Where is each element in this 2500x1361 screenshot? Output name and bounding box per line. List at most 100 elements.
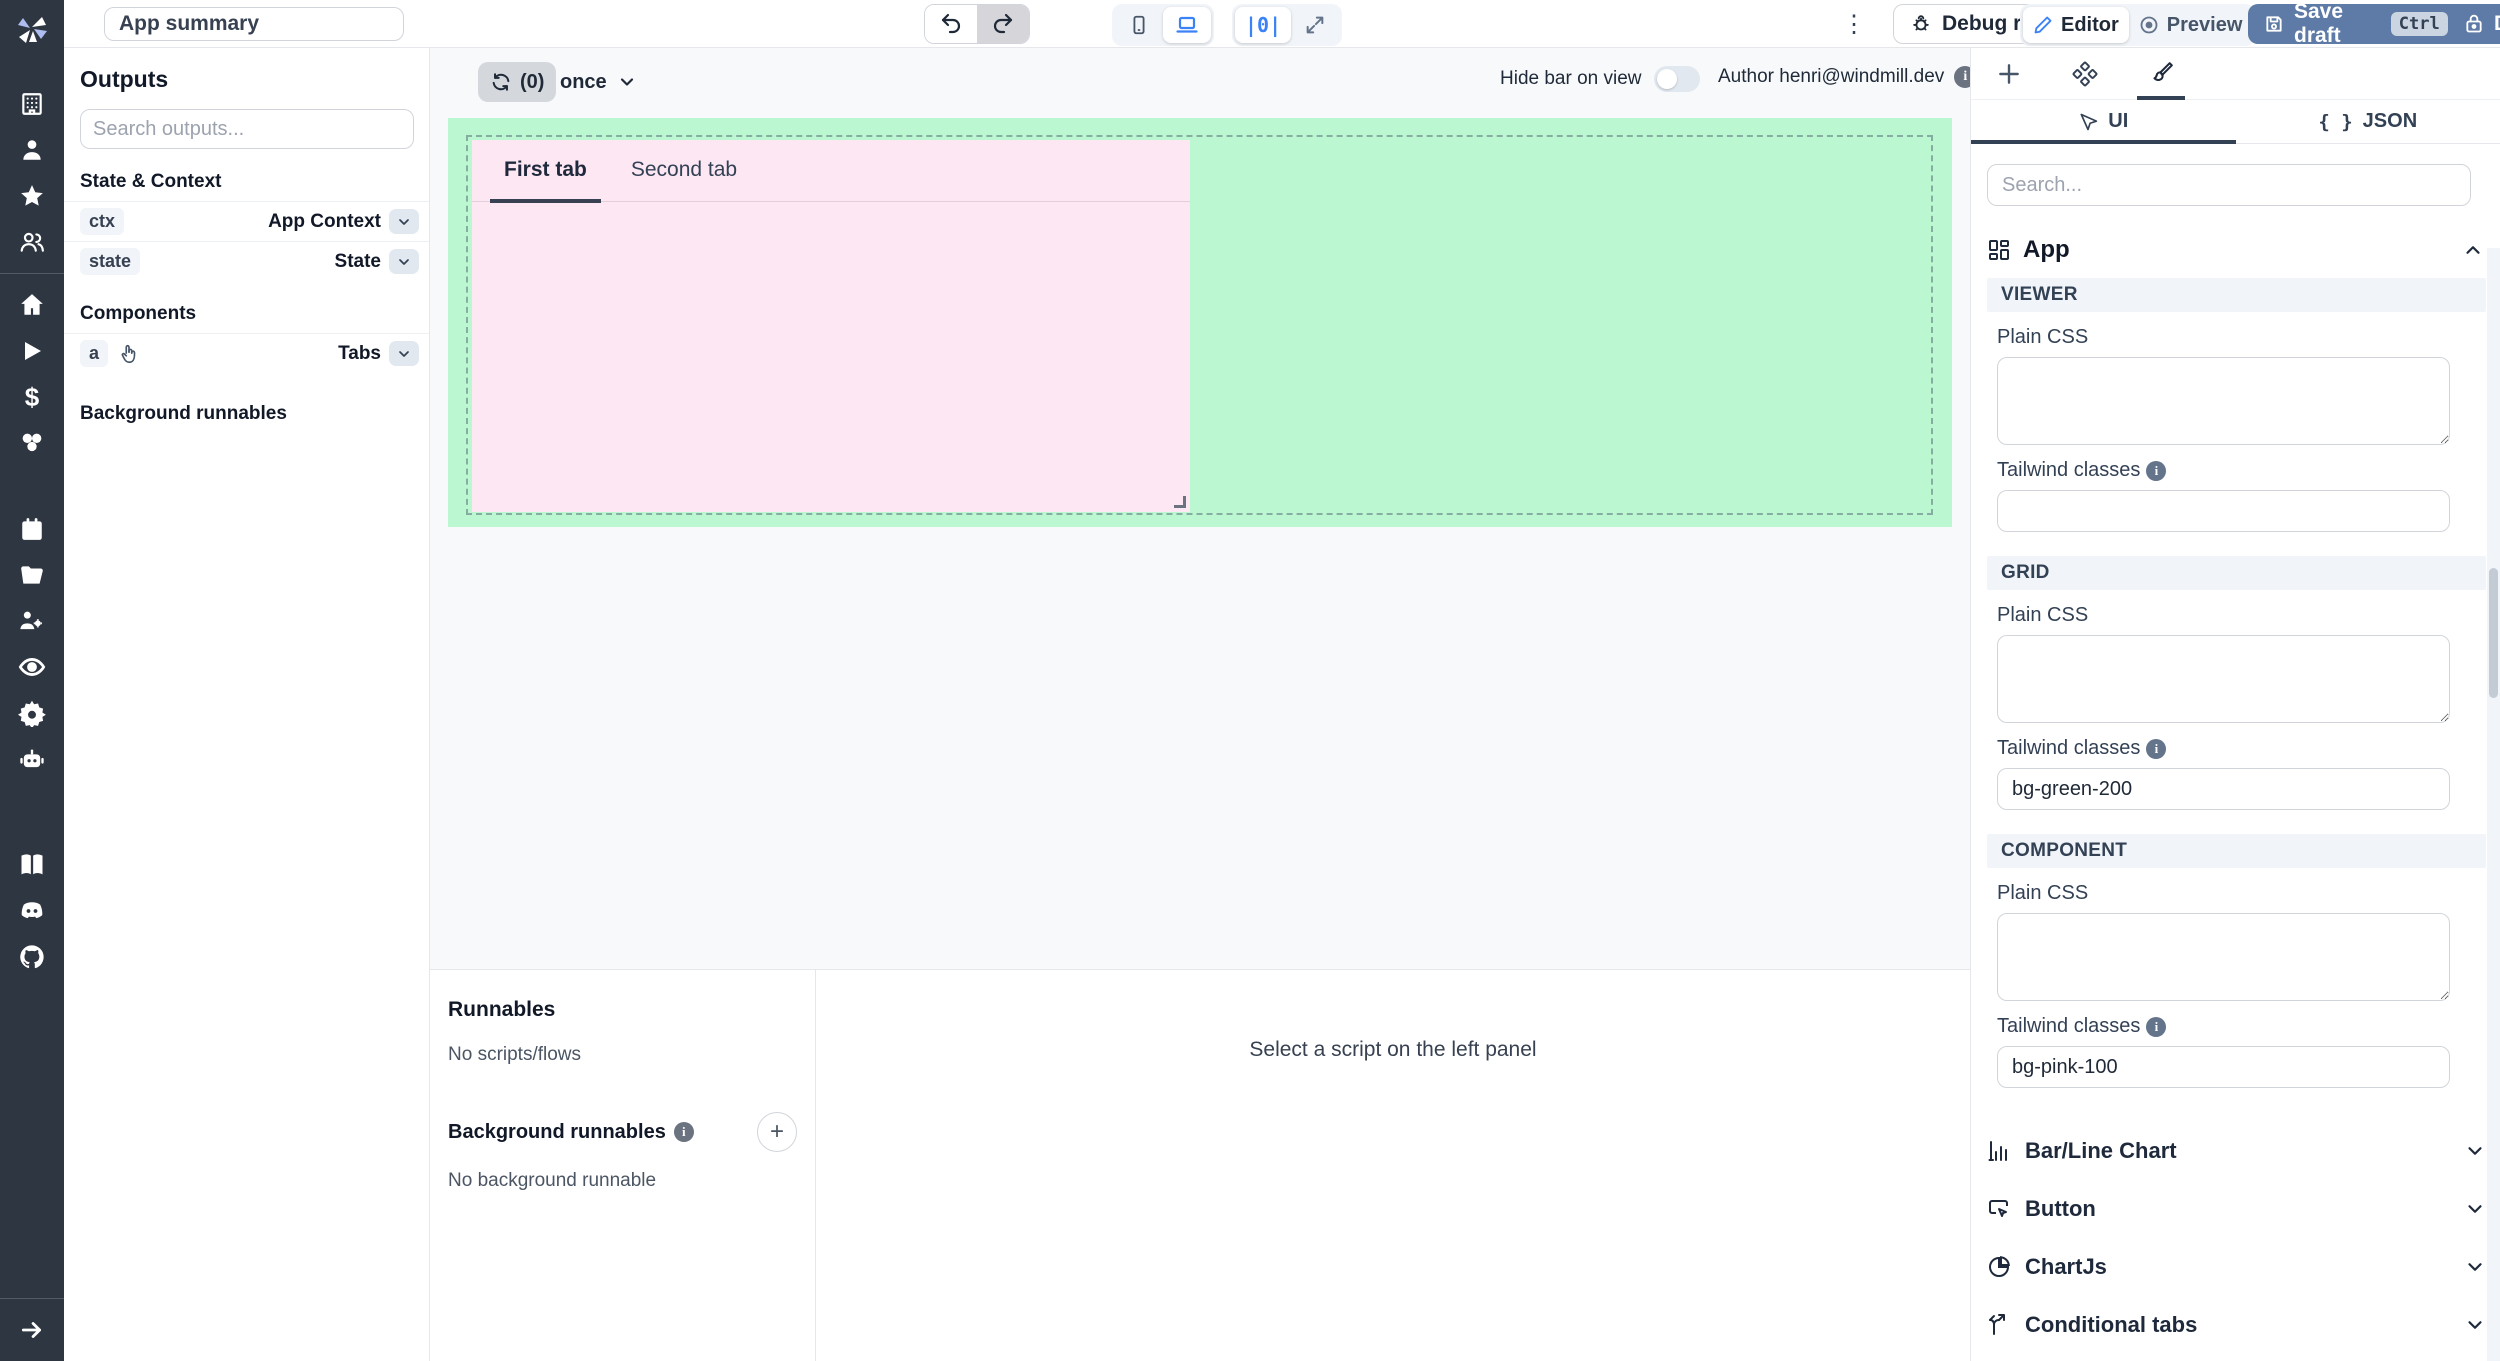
component-tailwind-label: Tailwind classesi bbox=[1997, 1015, 2500, 1038]
undo-button[interactable] bbox=[925, 4, 977, 44]
component-resize-handle[interactable] bbox=[1174, 496, 1186, 508]
info-icon[interactable]: i bbox=[2146, 461, 2166, 481]
refresh-icon bbox=[490, 71, 512, 93]
folders-icon[interactable] bbox=[0, 552, 64, 598]
paintbrush-icon bbox=[2148, 61, 2174, 87]
variables-icon[interactable]: $ bbox=[0, 374, 64, 420]
preview-label: Preview bbox=[2167, 14, 2243, 37]
component-a-expand-chevron[interactable] bbox=[389, 341, 419, 366]
ctx-expand-chevron[interactable] bbox=[389, 209, 419, 234]
author-label: Author henri@windmill.dev bbox=[1718, 66, 1944, 88]
dollar-icon: $ bbox=[25, 384, 39, 410]
run-mode-dropdown[interactable]: once bbox=[560, 62, 637, 102]
app-summary-input[interactable] bbox=[104, 7, 404, 41]
style-row-conditional-tabs[interactable]: Conditional tabs bbox=[1987, 1302, 2486, 1348]
styles-search-input[interactable] bbox=[1987, 164, 2471, 206]
panel-scrollbar[interactable] bbox=[2487, 248, 2500, 1361]
preview-eye-icon bbox=[2139, 15, 2159, 35]
star-icon[interactable] bbox=[0, 173, 64, 219]
grid-plain-css-label: Plain CSS bbox=[1997, 604, 2500, 627]
app-grid-icon bbox=[1987, 238, 2011, 262]
info-icon[interactable]: i bbox=[2146, 1017, 2166, 1037]
runs-icon[interactable] bbox=[0, 328, 64, 374]
windmill-logo-icon[interactable] bbox=[15, 12, 49, 51]
ctx-type-label: App Context bbox=[268, 211, 381, 233]
docs-book-icon[interactable] bbox=[0, 842, 64, 888]
runnables-list-column: Runnables No scripts/flows Background ru… bbox=[430, 970, 816, 1361]
collapse-arrow-icon[interactable] bbox=[0, 1307, 64, 1353]
grid-tailwind-label: Tailwind classesi bbox=[1997, 737, 2500, 760]
style-row-chartjs[interactable]: ChartJs bbox=[1987, 1244, 2486, 1290]
home-icon[interactable] bbox=[0, 282, 64, 328]
app-section-header[interactable]: App bbox=[1987, 236, 2484, 264]
settings-gear-icon[interactable] bbox=[0, 690, 64, 736]
output-row-state[interactable]: state State bbox=[64, 241, 429, 281]
branch-icon bbox=[1987, 1313, 2011, 1337]
outputs-panel: Outputs State & Context ctx App Context … bbox=[64, 48, 430, 1361]
tab-json[interactable]: { } JSON bbox=[2236, 100, 2500, 143]
app-canvas-grid[interactable]: First tab Second tab bbox=[448, 118, 1952, 527]
chevron-down-icon bbox=[2464, 1198, 2486, 1220]
resources-icon[interactable] bbox=[0, 420, 64, 466]
tab-ui[interactable]: UI bbox=[1971, 100, 2236, 143]
workers-icon[interactable] bbox=[0, 598, 64, 644]
viewer-tailwind-input[interactable] bbox=[1997, 490, 2450, 532]
outputs-search-input[interactable] bbox=[80, 109, 414, 149]
background-info-icon[interactable]: i bbox=[674, 1122, 694, 1142]
grid-plain-css-textarea[interactable] bbox=[1997, 635, 2450, 723]
discord-icon[interactable] bbox=[0, 888, 64, 934]
styling-tab[interactable] bbox=[2123, 48, 2199, 100]
more-menu-button[interactable]: ⋮ bbox=[1842, 6, 1866, 42]
insert-component-tab[interactable] bbox=[1971, 48, 2047, 100]
audit-logs-icon[interactable] bbox=[0, 644, 64, 690]
github-icon[interactable] bbox=[0, 934, 64, 980]
component-tailwind-input[interactable] bbox=[1997, 1046, 2450, 1088]
author-info: Author henri@windmill.dev i bbox=[1718, 66, 1976, 88]
scrollbar-thumb[interactable] bbox=[2489, 568, 2498, 698]
deploy-button[interactable]: Deploy bbox=[2448, 4, 2500, 44]
schedules-icon[interactable] bbox=[0, 506, 64, 552]
add-background-runnable-button[interactable]: + bbox=[757, 1112, 797, 1152]
chevron-down-icon bbox=[2464, 1256, 2486, 1278]
output-row-component-a[interactable]: a Tabs bbox=[64, 333, 429, 373]
tabs-header: First tab Second tab bbox=[472, 140, 1190, 202]
ai-bot-icon[interactable] bbox=[0, 736, 64, 782]
state-expand-chevron[interactable] bbox=[389, 249, 419, 274]
select-script-hint: Select a script on the left panel bbox=[816, 970, 1970, 1130]
tab-second[interactable]: Second tab bbox=[609, 139, 759, 201]
refresh-runs-button[interactable]: (0) bbox=[478, 62, 556, 102]
viewer-plain-css-textarea[interactable] bbox=[1997, 357, 2450, 445]
run-mode-value: once bbox=[560, 71, 607, 94]
hide-bar-toggle[interactable] bbox=[1654, 66, 1700, 92]
state-type-label: State bbox=[335, 251, 381, 273]
style-row-button[interactable]: Button bbox=[1987, 1186, 2486, 1232]
editor-tab[interactable]: Editor bbox=[2023, 7, 2129, 43]
info-icon[interactable]: i bbox=[2146, 739, 2166, 759]
desktop-view-button[interactable] bbox=[1163, 7, 1211, 43]
chevron-down-icon bbox=[2464, 1140, 2486, 1162]
redo-button[interactable] bbox=[977, 4, 1029, 44]
fullscreen-button[interactable] bbox=[1291, 7, 1339, 43]
component-settings-tab[interactable] bbox=[2047, 48, 2123, 100]
bar-chart-icon bbox=[1987, 1139, 2011, 1163]
editor-label: Editor bbox=[2061, 14, 2119, 37]
sidebar-divider-bottom bbox=[0, 1298, 64, 1299]
deploy-save-icon bbox=[2464, 14, 2484, 34]
output-row-ctx[interactable]: ctx App Context bbox=[64, 201, 429, 241]
mobile-view-button[interactable] bbox=[1115, 7, 1163, 43]
tabs-component[interactable]: First tab Second tab bbox=[472, 140, 1190, 512]
panel-mode-icons bbox=[1971, 48, 2500, 100]
preview-tab[interactable]: Preview bbox=[2129, 7, 2253, 43]
grid-band: GRID bbox=[1987, 556, 2486, 590]
grid-tailwind-input[interactable] bbox=[1997, 768, 2450, 810]
groups-icon[interactable] bbox=[0, 219, 64, 265]
center-align-button[interactable]: |0| bbox=[1235, 7, 1291, 43]
component-band: COMPONENT bbox=[1987, 834, 2486, 868]
workspace-icon[interactable] bbox=[0, 81, 64, 127]
button-icon bbox=[1987, 1197, 2011, 1221]
tab-first[interactable]: First tab bbox=[482, 139, 609, 201]
component-plain-css-textarea[interactable] bbox=[1997, 913, 2450, 1001]
style-row-barline-chart[interactable]: Bar/Line Chart bbox=[1987, 1128, 2486, 1174]
user-icon[interactable] bbox=[0, 127, 64, 173]
save-draft-label: Save draft bbox=[2294, 0, 2381, 48]
